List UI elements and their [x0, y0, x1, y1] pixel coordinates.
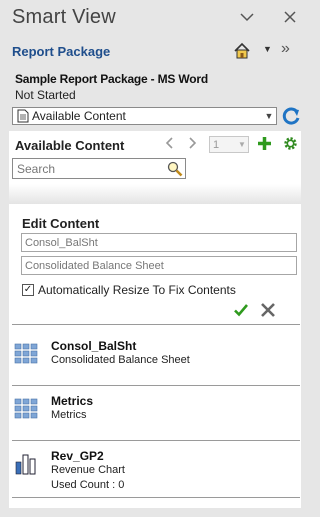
prev-page-button[interactable]: [165, 136, 174, 152]
separator: [12, 440, 300, 441]
gear-icon[interactable]: [282, 135, 299, 152]
chevron-down-icon: [240, 13, 254, 22]
content-item-name: Metrics: [51, 394, 94, 408]
chevron-left-icon: [165, 137, 173, 149]
content-item[interactable]: Consol_BalSht Consolidated Balance Sheet: [14, 339, 300, 379]
content-item-description: Metrics: [51, 409, 87, 421]
report-package-link[interactable]: Report Package: [12, 44, 110, 59]
page-number: 1: [213, 138, 220, 151]
checkmark-icon[interactable]: [233, 302, 249, 318]
chart-icon: [15, 454, 36, 475]
search-input[interactable]: Search: [12, 158, 186, 179]
chevron-right-icon: [189, 137, 197, 149]
separator: [12, 324, 300, 325]
content-item-description: Consolidated Balance Sheet: [51, 354, 190, 366]
content-item-name: Consol_BalSht: [51, 339, 137, 353]
package-name: Sample Report Package - MS Word: [15, 72, 208, 86]
close-icon: [284, 11, 296, 23]
expand-chevrons-icon[interactable]: »: [281, 40, 290, 58]
separator: [12, 385, 300, 386]
next-page-button[interactable]: [188, 136, 197, 152]
grid-icon: [14, 398, 38, 419]
available-content-title: Available Content: [15, 138, 125, 153]
chevron-down-icon: ▼: [264, 111, 274, 121]
package-status: Not Started: [15, 88, 76, 102]
content-item[interactable]: Metrics Metrics: [14, 394, 300, 430]
document-icon: [17, 109, 29, 123]
home-dropdown-icon[interactable]: ▼: [263, 44, 272, 54]
auto-resize-label: Automatically Resize To Fix Contents: [38, 283, 236, 297]
view-select-value: Available Content: [32, 109, 126, 123]
add-icon[interactable]: [257, 136, 272, 151]
page-select[interactable]: 1 ▼: [209, 136, 249, 153]
view-select[interactable]: Available Content ▼: [12, 107, 277, 125]
refresh-icon[interactable]: [280, 105, 302, 127]
content-item-description: Revenue Chart: [51, 464, 125, 476]
auto-resize-option[interactable]: ✓ Automatically Resize To Fix Contents: [22, 283, 236, 297]
content-item-used-count: Used Count : 0: [51, 479, 125, 491]
pane-title: Smart View: [12, 6, 116, 28]
close-button[interactable]: [278, 6, 302, 28]
chevron-down-icon: ▼: [238, 140, 246, 149]
minimize-button[interactable]: [235, 6, 259, 28]
edit-content-title: Edit Content: [22, 216, 100, 231]
home-icon[interactable]: [233, 42, 251, 60]
content-item[interactable]: Rev_GP2 Revenue Chart Used Count : 0: [14, 449, 300, 495]
auto-resize-checkbox[interactable]: ✓: [22, 284, 34, 296]
grid-icon: [14, 343, 38, 364]
content-item-name: Rev_GP2: [51, 449, 104, 463]
content-name-field[interactable]: Consol_BalSht: [21, 233, 297, 252]
separator: [12, 497, 300, 498]
divider-shade: [9, 184, 301, 204]
search-icon[interactable]: [166, 160, 184, 178]
search-placeholder: Search: [17, 161, 56, 176]
content-description-field[interactable]: Consolidated Balance Sheet: [21, 256, 297, 275]
cancel-icon[interactable]: [260, 302, 276, 318]
